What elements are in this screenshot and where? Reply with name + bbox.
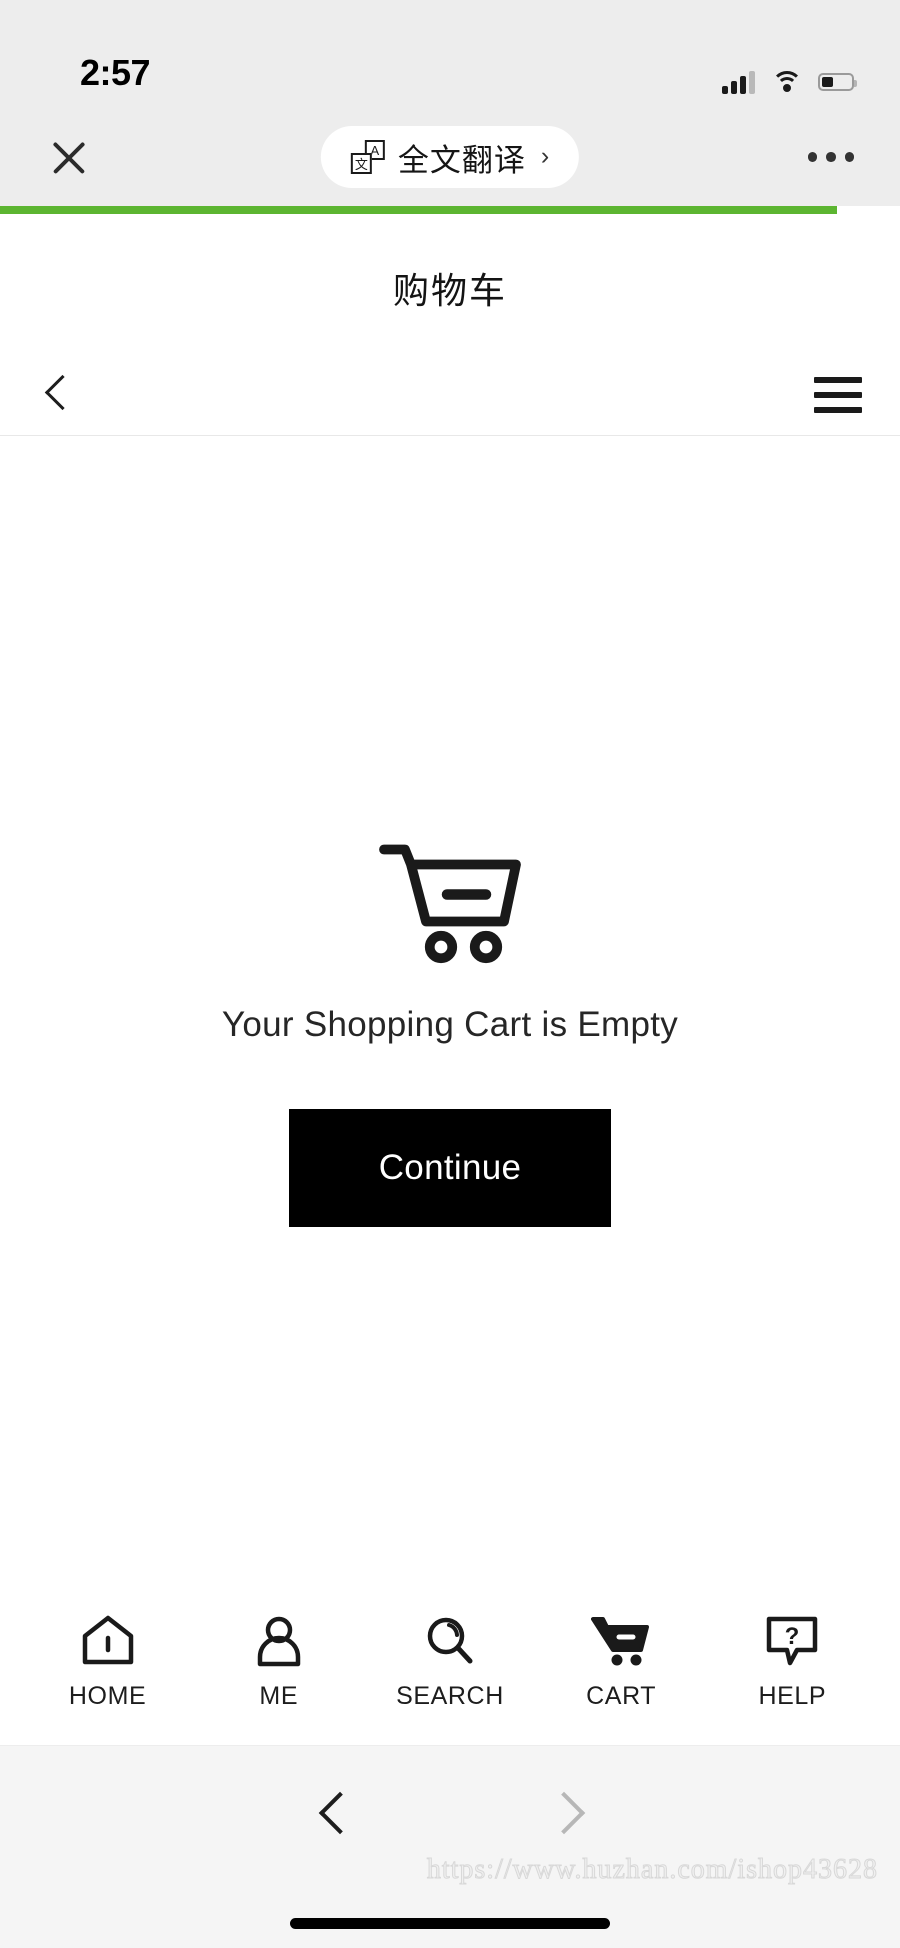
status-icons (722, 70, 857, 94)
tab-help[interactable]: ? HELP (722, 1606, 862, 1711)
tab-home-label: HOME (68, 1682, 147, 1710)
more-options-icon[interactable] (804, 138, 859, 176)
battery-icon (818, 73, 857, 91)
continue-button[interactable]: Continue (289, 1109, 611, 1227)
hamburger-menu-icon[interactable] (810, 373, 866, 417)
cellular-signal-icon (722, 70, 755, 94)
page-title: 购物车 (392, 270, 507, 311)
wechat-browser-chrome: 2:57 A 文 全文翻译 › (0, 0, 900, 206)
empty-cart-section: Your Shopping Cart is Empty Continue (0, 436, 900, 1606)
svg-text:?: ? (785, 1623, 800, 1650)
tab-home[interactable]: HOME (38, 1606, 178, 1711)
chevron-left-icon[interactable] (34, 373, 78, 417)
home-indicator (290, 1918, 610, 1929)
shopping-cart-icon (379, 844, 521, 964)
search-icon (422, 1606, 478, 1668)
browser-back-icon[interactable] (311, 1790, 355, 1834)
home-icon (80, 1606, 136, 1668)
tab-search[interactable]: SEARCH (380, 1606, 520, 1711)
close-icon[interactable] (42, 130, 96, 184)
wifi-icon (771, 70, 802, 94)
translate-label: 全文翻译 (397, 142, 526, 178)
cart-icon (591, 1606, 651, 1668)
browser-toolbar: https://www.huzhan.com/ishop43628 (0, 1745, 900, 1948)
page-load-progress-fill (0, 206, 837, 214)
empty-cart-message: Your Shopping Cart is Empty (221, 1005, 679, 1044)
browser-forward-icon (545, 1790, 589, 1834)
wechat-navbar: A 文 全文翻译 › (0, 108, 900, 206)
site-nav-bar (0, 354, 900, 436)
tab-help-label: HELP (758, 1682, 827, 1710)
phone-screen: 2:57 A 文 全文翻译 › 购物车 Your Shopping Cart i… (0, 0, 900, 1948)
status-bar: 2:57 (0, 0, 900, 108)
browser-nav-buttons (0, 1746, 900, 1834)
site-tabbar: HOME ME SEARCH CART ? HELP (0, 1606, 900, 1745)
person-icon (251, 1606, 307, 1668)
tab-search-label: SEARCH (396, 1682, 504, 1710)
tab-me[interactable]: ME (209, 1606, 349, 1711)
tab-me-label: ME (259, 1682, 299, 1710)
chevron-right-icon: › (540, 141, 550, 170)
tab-cart-label: CART (586, 1682, 657, 1710)
page-load-progress (0, 206, 900, 214)
translate-icon-cjk: 文 (350, 153, 372, 174)
translate-icon: A 文 (350, 140, 385, 174)
help-question-icon: ? (764, 1606, 820, 1668)
watermark-url: https://www.huzhan.com/ishop43628 (426, 1854, 878, 1886)
status-time: 2:57 (80, 52, 151, 93)
tab-cart[interactable]: CART (551, 1606, 691, 1711)
translate-page-button[interactable]: A 文 全文翻译 › (320, 126, 580, 188)
web-page: 购物车 Your Shopping Cart is Empty Continue (0, 214, 900, 1745)
